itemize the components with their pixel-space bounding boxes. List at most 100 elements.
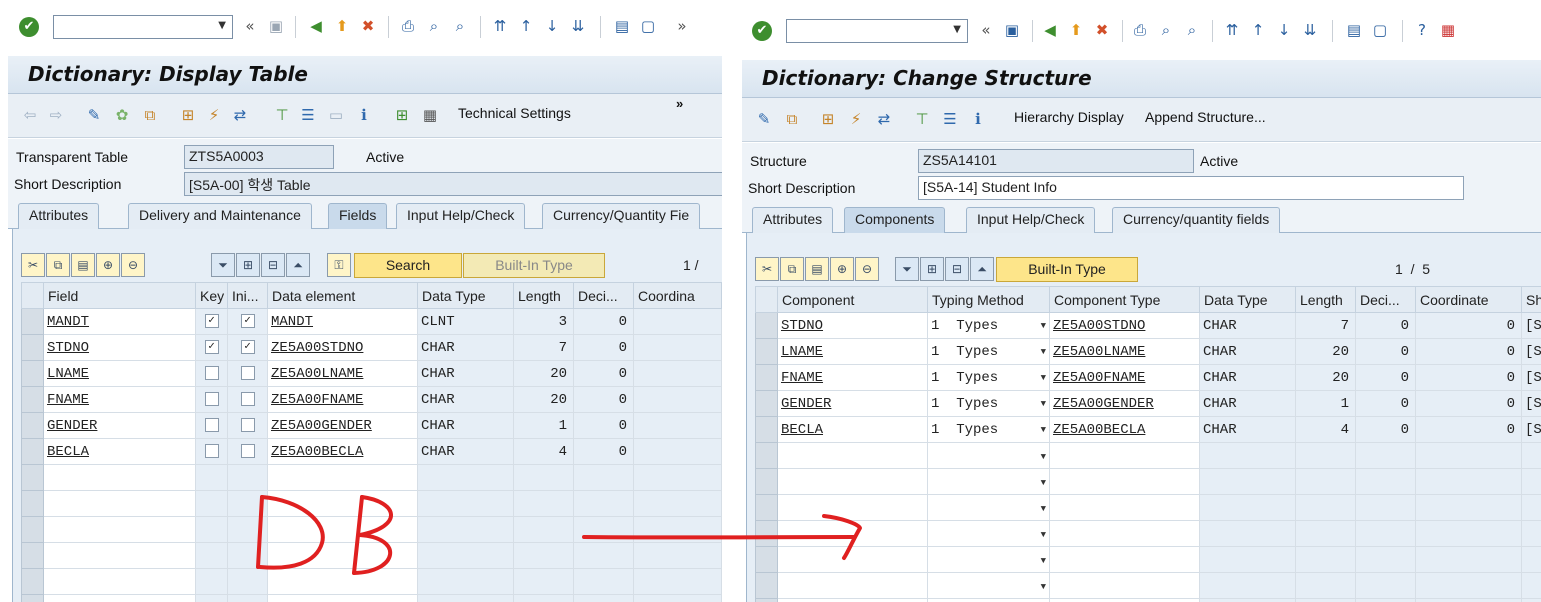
column-header[interactable]: Data Type <box>1199 286 1296 313</box>
display-change-icon[interactable]: ✎ <box>754 108 774 130</box>
object-list-icon[interactable]: ⧉ <box>140 104 160 126</box>
paste-icon[interactable]: ▤ <box>71 253 95 277</box>
typing-method-select[interactable]: ▼ <box>927 468 1050 495</box>
empty-row[interactable] <box>21 542 722 569</box>
collapse-grid-icon[interactable]: ⊟ <box>261 253 285 277</box>
empty-cell[interactable] <box>1049 442 1200 469</box>
row-selector[interactable] <box>21 594 44 602</box>
row-selector[interactable] <box>21 542 44 569</box>
row-selector[interactable] <box>755 390 778 417</box>
typing-method-select[interactable]: ▼ <box>927 520 1050 547</box>
column-header[interactable]: Key <box>195 282 228 309</box>
key-icon[interactable]: ⚿ <box>327 253 351 277</box>
row-selector[interactable] <box>755 364 778 391</box>
checkbox-checked[interactable]: ✓ <box>240 313 255 328</box>
field-name[interactable]: LNAME <box>43 360 196 387</box>
empty-cell[interactable] <box>1049 468 1200 495</box>
checkbox-checked[interactable]: ✓ <box>240 339 255 354</box>
first-page-icon[interactable]: ⇈ <box>490 16 510 36</box>
column-header[interactable]: Sh <box>1521 286 1541 313</box>
new-session-icon[interactable]: ▤ <box>612 16 632 36</box>
builtin-type-button[interactable]: Built-In Type <box>996 257 1138 282</box>
typing-method-select[interactable]: 1 Types ▼ <box>927 338 1050 365</box>
data-element[interactable]: MANDT <box>267 308 418 335</box>
data-element-link[interactable]: ZE5A00BECLA <box>271 444 363 460</box>
chevron-down-icon[interactable]: ▼ <box>1041 399 1046 409</box>
row-selector[interactable] <box>21 360 44 387</box>
collapse-icon[interactable]: « <box>976 20 996 40</box>
expand-icon[interactable]: ⊞ <box>920 257 944 281</box>
column-header[interactable]: Component Type <box>1049 286 1200 313</box>
chevron-down-icon[interactable]: ▼ <box>1041 373 1046 383</box>
data-element[interactable]: ZE5A00LNAME <box>267 360 418 387</box>
collapse-grid-icon[interactable]: ⊟ <box>945 257 969 281</box>
expand-icon[interactable]: ⊞ <box>236 253 260 277</box>
column-header[interactable]: Length <box>1295 286 1356 313</box>
shortcut-icon[interactable]: ▢ <box>1370 20 1390 40</box>
empty-cell[interactable] <box>777 494 928 521</box>
row-selector[interactable] <box>755 416 778 443</box>
checkbox[interactable] <box>240 391 255 406</box>
row-selector[interactable] <box>21 386 44 413</box>
checkbox[interactable] <box>204 365 219 380</box>
column-header[interactable]: Data Type <box>417 282 514 309</box>
empty-row[interactable]: ▼ <box>755 572 1541 599</box>
table-row[interactable]: BECLA 1 Types ▼ ZE5A00BECLA CHAR 4 0 0 [S <box>755 416 1541 443</box>
table-row[interactable]: STDNO 1 Types ▼ ZE5A00STDNO CHAR 7 0 0 [S <box>755 312 1541 339</box>
empty-cell[interactable] <box>1049 572 1200 599</box>
component-type[interactable]: ZE5A00GENDER <box>1049 390 1200 417</box>
checkbox-checked[interactable]: ✓ <box>204 339 219 354</box>
print-icon[interactable]: ⎙ <box>1130 20 1150 40</box>
empty-row[interactable] <box>21 594 722 602</box>
table-row[interactable]: FNAME ZE5A00FNAME CHAR 20 0 <box>21 386 722 413</box>
checkbox[interactable] <box>204 443 219 458</box>
empty-cell[interactable] <box>1049 494 1200 521</box>
typing-method-select[interactable]: ▼ <box>927 572 1050 599</box>
empty-row[interactable]: ▼ <box>755 598 1541 602</box>
sort-down-icon[interactable]: ⏷ <box>895 257 919 281</box>
component-name[interactable]: STDNO <box>777 312 928 339</box>
chevron-down-icon[interactable]: ▼ <box>1041 556 1046 566</box>
chevron-down-icon[interactable]: ▼ <box>218 20 226 31</box>
row-selector[interactable] <box>21 438 44 465</box>
builtin-type-button[interactable]: Built-In Type <box>463 253 605 278</box>
table-row[interactable]: LNAME ZE5A00LNAME CHAR 20 0 <box>21 360 722 387</box>
empty-row[interactable] <box>21 568 722 595</box>
chevron-down-icon[interactable]: ▼ <box>1041 582 1046 592</box>
copy-icon[interactable]: ⧉ <box>780 257 804 281</box>
row-selector[interactable] <box>755 468 778 495</box>
data-element-link[interactable]: ZE5A00FNAME <box>271 392 363 408</box>
enter-check-icon[interactable]: ✔ <box>19 17 39 37</box>
data-element-link[interactable]: MANDT <box>271 314 313 330</box>
typing-method-select[interactable]: ▼ <box>927 598 1050 602</box>
field-name-link[interactable]: BECLA <box>47 444 89 460</box>
last-page-icon[interactable]: ⇊ <box>1300 20 1320 40</box>
magic-wand-icon[interactable]: ⚡ <box>204 104 224 126</box>
row-selector[interactable] <box>755 338 778 365</box>
row-selector[interactable] <box>21 412 44 439</box>
data-element[interactable]: ZE5A00FNAME <box>267 386 418 413</box>
where-used-icon[interactable]: ⊞ <box>178 104 198 126</box>
column-header[interactable]: Length <box>513 282 574 309</box>
component-type[interactable]: ZE5A00LNAME <box>1049 338 1200 365</box>
checkbox[interactable] <box>204 417 219 432</box>
row-selector[interactable] <box>755 442 778 469</box>
component-type-link[interactable]: ZE5A00STDNO <box>1053 318 1145 334</box>
forward-arrow-icon[interactable]: ⇨ <box>46 104 66 126</box>
checkbox[interactable] <box>204 391 219 406</box>
find-next-icon[interactable]: ⌕ <box>1182 20 1202 40</box>
tab-input-help[interactable]: Input Help/Check <box>396 203 526 229</box>
tab-attributes[interactable]: Attributes <box>752 207 834 233</box>
field-name-link[interactable]: FNAME <box>47 392 89 408</box>
component-name[interactable]: FNAME <box>777 364 928 391</box>
checkbox[interactable] <box>240 417 255 432</box>
chevron-down-icon[interactable]: ▼ <box>1041 452 1046 462</box>
first-page-icon[interactable]: ⇈ <box>1222 20 1242 40</box>
checkbox[interactable] <box>240 443 255 458</box>
more-icon[interactable]: » <box>672 16 692 36</box>
empty-cell[interactable] <box>777 468 928 495</box>
grid-icon[interactable]: ▦ <box>420 104 440 126</box>
empty-cell[interactable] <box>777 442 928 469</box>
structure-icon[interactable]: ⊞ <box>392 104 412 126</box>
find-icon[interactable]: ⌕ <box>1156 20 1176 40</box>
